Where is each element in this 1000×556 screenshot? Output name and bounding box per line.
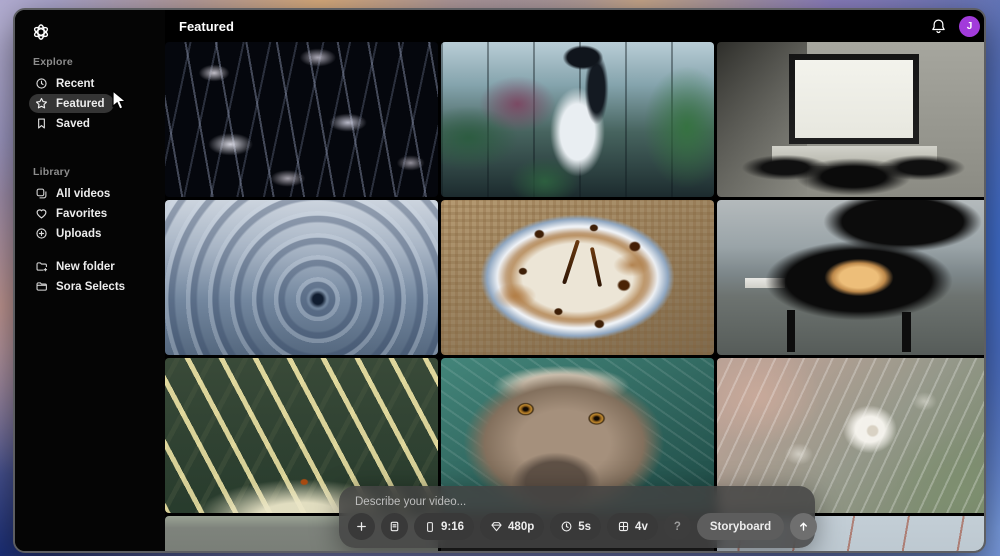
sidebar-item-sora-selects[interactable]: Sora Selects [29,277,134,296]
app-window: Explore Recent Featured Saved L [13,8,986,553]
variations-button[interactable]: 4v [607,513,658,540]
bookmark-icon [35,117,48,130]
diamond-icon [490,520,503,533]
video-grid [165,42,986,553]
clock-icon [560,520,573,533]
avatar[interactable]: J [959,16,980,37]
topbar: Featured J [165,10,986,42]
preset-button[interactable] [381,513,408,540]
prompt-composer: Describe your video... 9:16 [339,486,815,548]
sidebar-item-label: Recent [56,78,94,90]
sidebar-item-uploads[interactable]: Uploads [29,224,110,243]
sidebar: Explore Recent Featured Saved L [15,10,165,551]
page-title: Featured [179,19,234,34]
sidebar-item-label: Featured [56,98,105,110]
sidebar-item-label: Uploads [56,228,101,240]
clock-circle-icon [35,77,48,90]
composer-controls: 9:16 480p 5s 4v ? [339,513,815,548]
variations-value: 4v [635,521,648,533]
openai-logo-icon[interactable] [31,22,51,42]
video-thumbnail-ice-branches[interactable] [165,42,438,197]
help-icon: ? [674,521,681,533]
main-area: Featured J [165,10,986,551]
sidebar-item-all-videos[interactable]: All videos [29,184,119,203]
preset-card-icon [388,520,401,533]
plus-circle-icon [35,227,48,240]
sidebar-item-new-folder[interactable]: New folder [29,257,124,276]
arrow-up-icon [797,520,810,533]
star-icon [35,97,48,110]
aspect-ratio-button[interactable]: 9:16 [414,513,474,540]
sidebar-item-recent[interactable]: Recent [29,74,103,93]
video-thumbnail-coffee-clock[interactable] [441,200,714,355]
stacked-videos-icon [35,187,48,200]
folder-icon [35,280,48,293]
storyboard-button[interactable]: Storyboard [697,513,784,540]
sidebar-item-featured[interactable]: Featured [29,94,114,113]
sidebar-item-label: Saved [56,118,90,130]
duration-button[interactable]: 5s [550,513,601,540]
sidebar-item-label: Favorites [56,208,107,220]
plus-icon [355,520,368,533]
video-thumbnail-greenhouse-girl[interactable] [441,42,714,197]
sidebar-section-explore: Explore [33,56,165,68]
resolution-button[interactable]: 480p [480,513,544,540]
video-thumbnail-beach-piano[interactable] [717,200,986,355]
video-thumbnail-bat-laptop[interactable] [717,42,986,197]
duration-value: 5s [578,521,591,533]
sidebar-item-label: New folder [56,261,115,273]
bell-icon[interactable] [930,18,947,35]
video-thumbnail-water-ripple[interactable] [165,200,438,355]
resolution-value: 480p [508,521,534,533]
sidebar-item-label: Sora Selects [56,281,125,293]
sidebar-item-saved[interactable]: Saved [29,114,99,133]
help-button[interactable]: ? [664,513,691,540]
add-media-button[interactable] [348,513,375,540]
sidebar-item-favorites[interactable]: Favorites [29,204,116,223]
prompt-input[interactable]: Describe your video... [339,486,815,508]
folder-plus-icon [35,260,48,273]
grid-icon [617,520,630,533]
sidebar-section-library: Library [33,166,165,178]
aspect-ratio-value: 9:16 [441,521,464,533]
submit-button[interactable] [790,513,817,540]
phone-portrait-icon [424,521,436,533]
heart-icon [35,207,48,220]
sidebar-item-label: All videos [56,188,110,200]
